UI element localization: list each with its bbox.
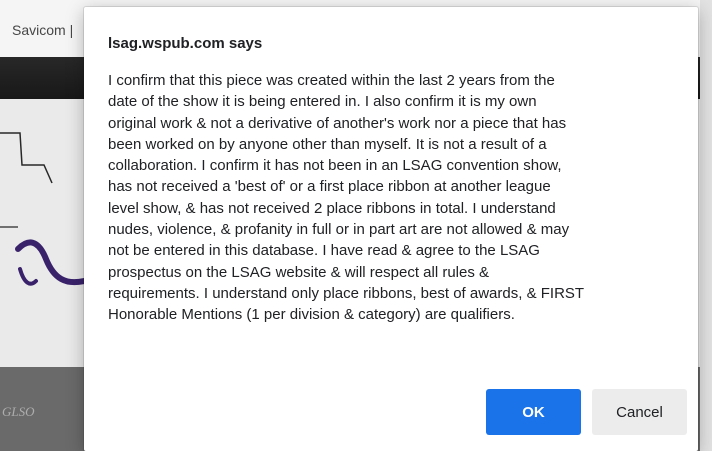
dialog-message-line: Honorable Mentions (1 per division & cat…	[108, 306, 515, 324]
dialog-title: lsag.wspub.com says	[108, 35, 263, 52]
dialog-message-line: collaboration. I confirm it has not been…	[108, 157, 562, 175]
dialog-message-line: nudes, violence, & profanity in full or …	[108, 221, 570, 239]
cancel-button[interactable]: Cancel	[592, 389, 687, 435]
dialog-message-line: I confirm that this piece was created wi…	[108, 72, 555, 89]
dialog-message-line: been worked on by anyone other than myse…	[108, 135, 547, 153]
dialog-message-line: not be entered in this database. I have …	[108, 242, 540, 260]
dialog-message: I confirm that this piece was created wi…	[108, 70, 686, 326]
dialog-message-line: prospectus on the LSAG website & will re…	[108, 263, 490, 281]
dialog-message-line: level show, & has not received 2 place r…	[108, 199, 556, 217]
ok-button[interactable]: OK	[486, 389, 581, 435]
dialog-message-line: original work & not a derivative of anot…	[108, 114, 567, 132]
dialog-message-line: requirements. I understand only place ri…	[108, 284, 585, 302]
dialog-message-line: date of the show it is being entered in.…	[108, 93, 537, 111]
alert-dialog: lsag.wspub.com says I confirm that this …	[84, 7, 698, 451]
dialog-message-line: has not received a 'best of' or a first …	[108, 178, 551, 196]
